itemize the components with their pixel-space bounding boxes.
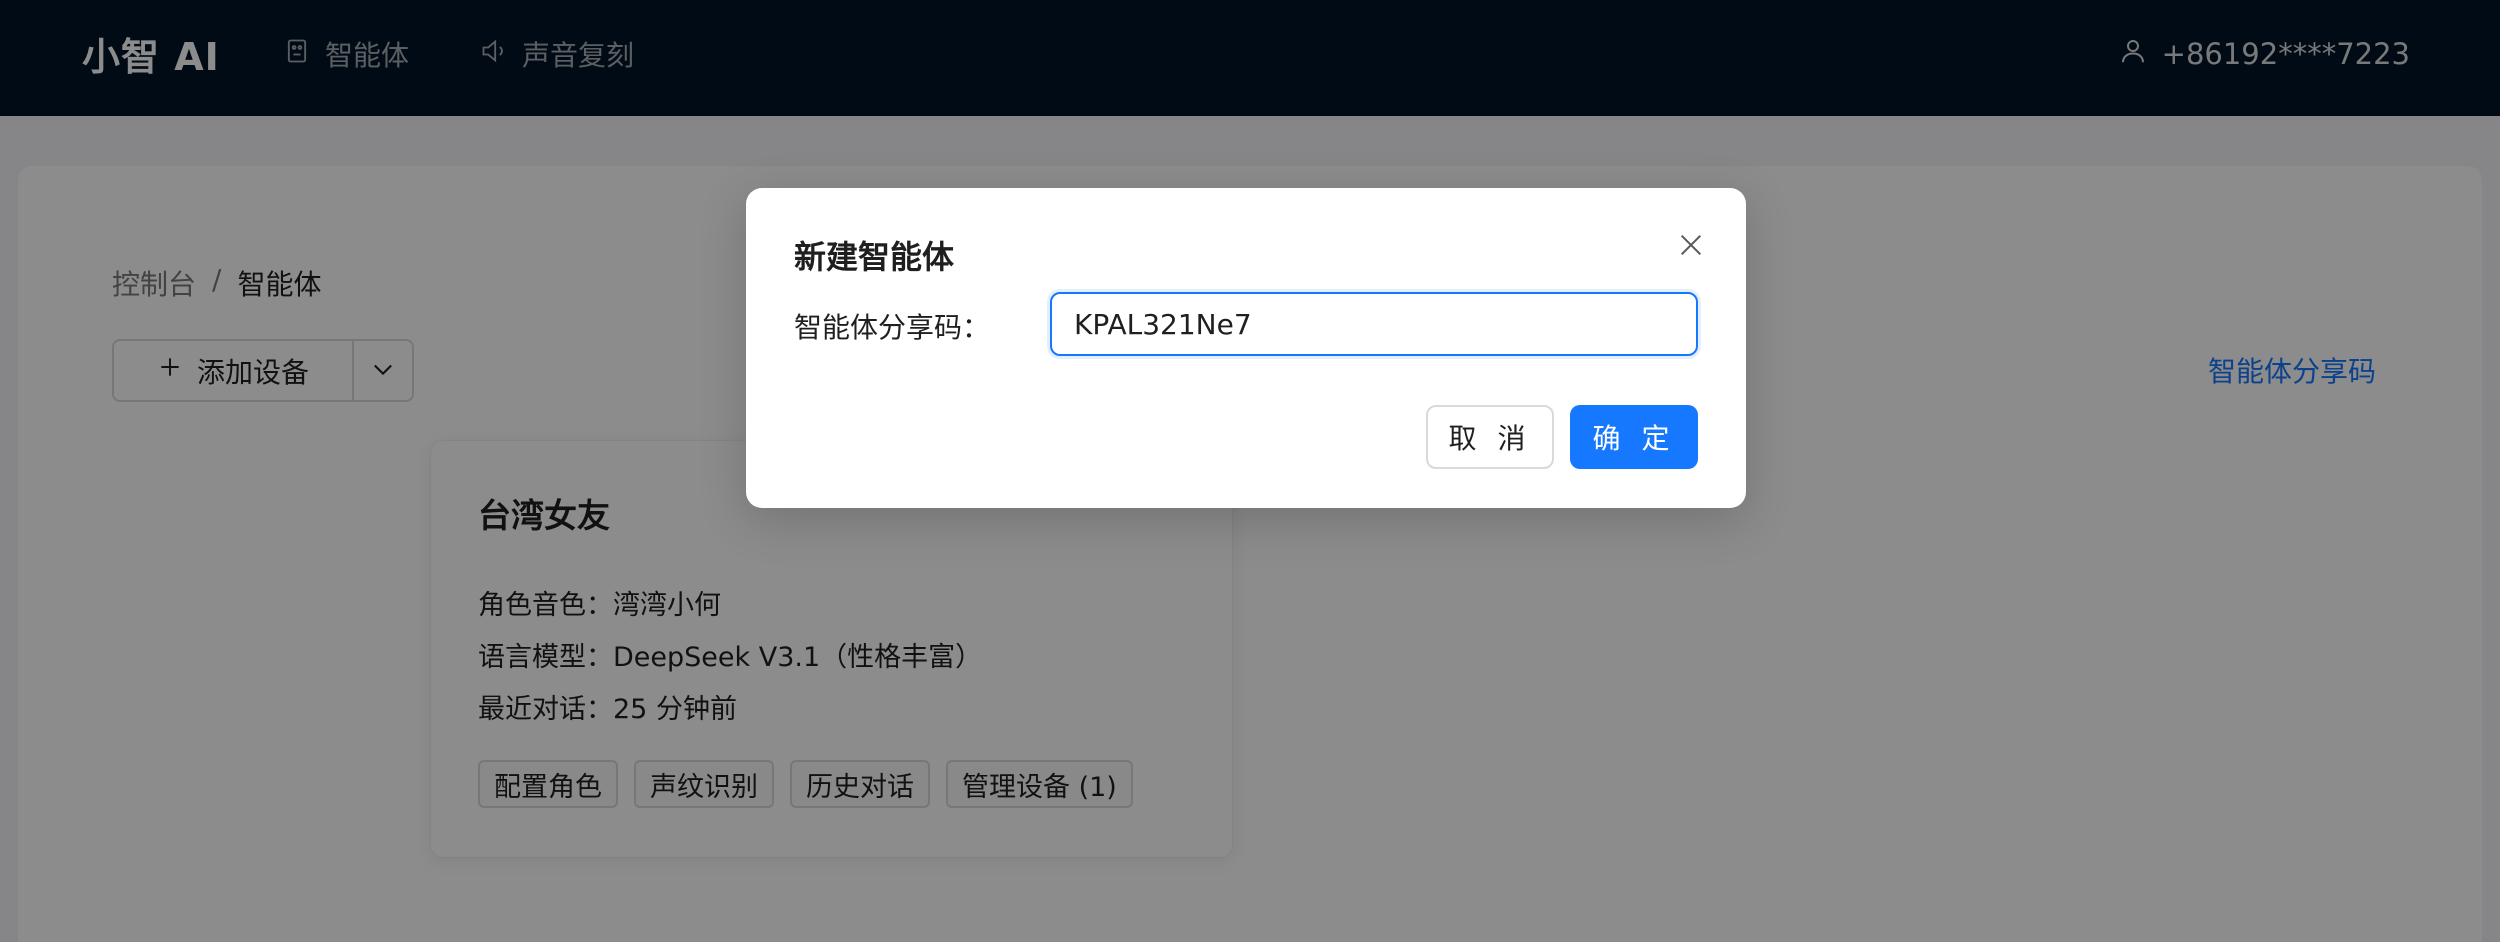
cancel-button[interactable]: 取 消 <box>1426 405 1554 469</box>
new-agent-modal: 新建智能体 智能体分享码： 取 消 确 定 <box>746 188 1746 508</box>
modal-title: 新建智能体 <box>794 238 955 276</box>
share-code-input[interactable] <box>1050 292 1698 356</box>
confirm-button[interactable]: 确 定 <box>1570 405 1698 469</box>
close-icon <box>1675 229 1707 265</box>
share-code-field-label: 智能体分享码： <box>794 311 991 344</box>
modal-close-button[interactable] <box>1670 226 1712 268</box>
